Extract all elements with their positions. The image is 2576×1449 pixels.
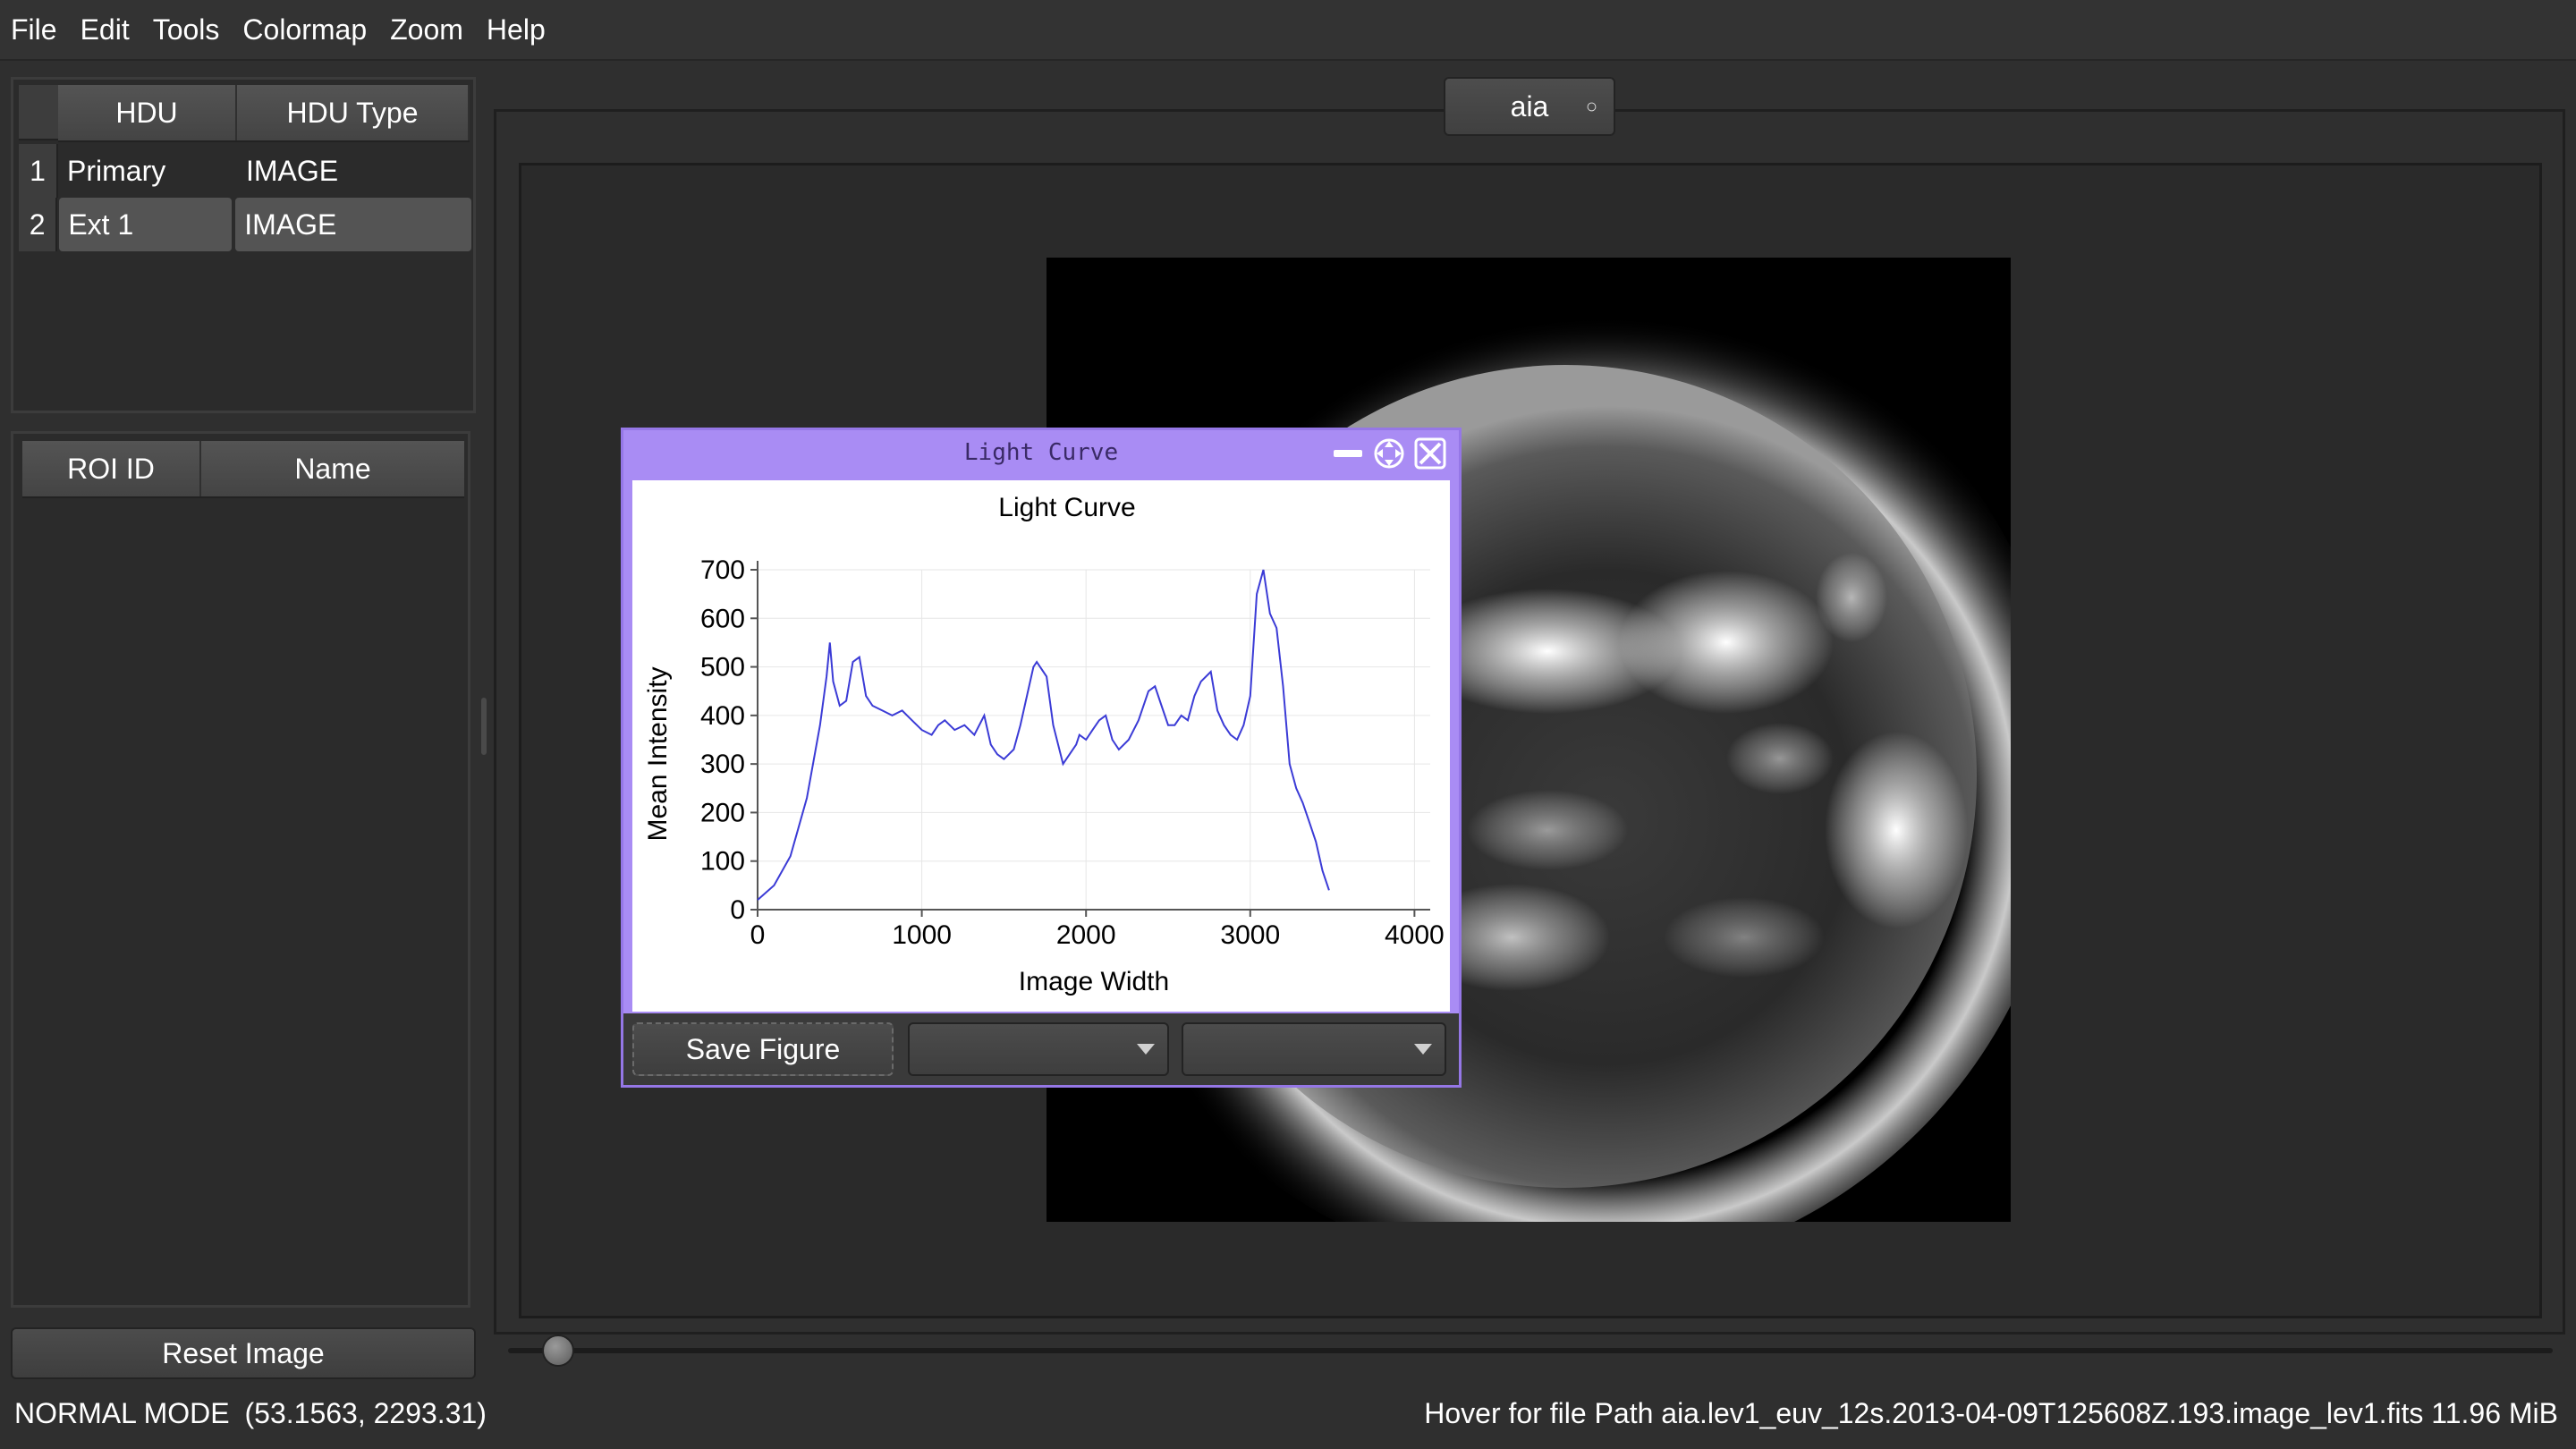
tab-label: aia bbox=[1510, 89, 1549, 123]
hdu-type-cell[interactable]: IMAGE bbox=[235, 198, 471, 251]
light-curve-window: Light Curve Light Curve 0 1000 2000 3000 4000… bbox=[621, 428, 1462, 1088]
x-tick-label: 2000 bbox=[1056, 920, 1116, 950]
row-number[interactable]: 2 bbox=[19, 198, 58, 251]
y-tick-label: 500 bbox=[700, 653, 745, 682]
menu-tools[interactable]: Tools bbox=[153, 13, 220, 47]
frame-slider-track[interactable] bbox=[508, 1348, 2553, 1353]
column-header-roi-id[interactable]: ROI ID bbox=[22, 441, 201, 496]
status-mode: NORMAL MODE (53.1563, 2293.31) bbox=[14, 1397, 487, 1430]
hdu-type-cell[interactable]: IMAGE bbox=[237, 144, 470, 198]
menu-file[interactable]: File bbox=[11, 13, 57, 47]
status-file-path[interactable]: Hover for file Path aia.lev1_euv_12s.201… bbox=[1424, 1397, 2558, 1430]
menu-colormap[interactable]: Colormap bbox=[242, 13, 367, 47]
minimize-icon[interactable] bbox=[1332, 437, 1364, 470]
light-curve-footer: Save Figure bbox=[623, 1013, 1459, 1085]
hdu-table-panel: HDU HDU Type 1 Primary IMAGE 2 Ext 1 IMA… bbox=[11, 77, 476, 413]
cursor-coordinates: (53.1563, 2293.31) bbox=[244, 1397, 487, 1429]
mode-label: NORMAL MODE bbox=[14, 1397, 230, 1429]
hdu-name-cell[interactable]: Primary bbox=[58, 144, 237, 198]
y-tick-label: 300 bbox=[700, 750, 745, 779]
menu-edit[interactable]: Edit bbox=[80, 13, 130, 47]
light-curve-chart: Light Curve 0 1000 2000 3000 4000 0 100 200 300 40… bbox=[643, 493, 1445, 996]
roi-table-header: ROI ID Name bbox=[22, 441, 464, 498]
close-icon[interactable] bbox=[1414, 437, 1446, 470]
splitter-handle[interactable] bbox=[481, 698, 487, 755]
frame-slider-handle[interactable] bbox=[542, 1335, 574, 1367]
x-tick-label: 3000 bbox=[1220, 920, 1280, 950]
hdu-table-header: HDU HDU Type bbox=[58, 85, 470, 142]
column-header-hdu[interactable]: HDU bbox=[58, 85, 237, 140]
chart-title: Light Curve bbox=[998, 493, 1135, 522]
table-row[interactable]: 1 Primary IMAGE bbox=[19, 144, 471, 198]
x-axis-label: Image Width bbox=[1019, 967, 1169, 996]
save-figure-button[interactable]: Save Figure bbox=[632, 1022, 894, 1076]
light-curve-titlebar[interactable]: Light Curve bbox=[623, 430, 1459, 477]
reset-image-button[interactable]: Reset Image bbox=[11, 1327, 476, 1379]
light-curve-plot: Light Curve 0 1000 2000 3000 4000 0 100 200 300 40… bbox=[632, 480, 1450, 1012]
tab-aia[interactable]: aia ○ bbox=[1444, 77, 1615, 136]
menu-bar: File Edit Tools Colormap Zoom Help bbox=[0, 0, 2576, 61]
x-tick-label: 0 bbox=[750, 920, 766, 950]
y-tick-label: 400 bbox=[700, 701, 745, 731]
y-tick-label: 0 bbox=[730, 895, 745, 925]
hdu-name-cell[interactable]: Ext 1 bbox=[59, 198, 233, 251]
x-tick-label: 4000 bbox=[1385, 920, 1445, 950]
column-header-hdu-type[interactable]: HDU Type bbox=[237, 85, 470, 140]
table-corner bbox=[19, 85, 60, 140]
y-tick-label: 200 bbox=[700, 798, 745, 827]
table-row[interactable]: 2 Ext 1 IMAGE bbox=[19, 198, 471, 251]
row-number[interactable]: 1 bbox=[19, 144, 58, 198]
menu-zoom[interactable]: Zoom bbox=[390, 13, 463, 47]
chevron-down-icon bbox=[1414, 1044, 1432, 1055]
column-header-name[interactable]: Name bbox=[201, 441, 464, 496]
light-curve-series bbox=[757, 569, 1330, 901]
y-tick-label: 600 bbox=[700, 604, 745, 633]
menu-help[interactable]: Help bbox=[487, 13, 546, 47]
y-tick-label: 100 bbox=[700, 847, 745, 877]
chevron-down-icon bbox=[1137, 1044, 1155, 1055]
move-icon[interactable] bbox=[1373, 437, 1405, 470]
y-axis-label: Mean Intensity bbox=[643, 666, 673, 841]
close-icon[interactable]: ○ bbox=[1586, 95, 1597, 118]
export-option-dropdown[interactable] bbox=[1182, 1022, 1446, 1076]
x-tick-label: 1000 bbox=[892, 920, 952, 950]
roi-table-panel: ROI ID Name bbox=[11, 431, 470, 1308]
export-format-dropdown[interactable] bbox=[908, 1022, 1169, 1076]
y-tick-label: 700 bbox=[700, 555, 745, 585]
